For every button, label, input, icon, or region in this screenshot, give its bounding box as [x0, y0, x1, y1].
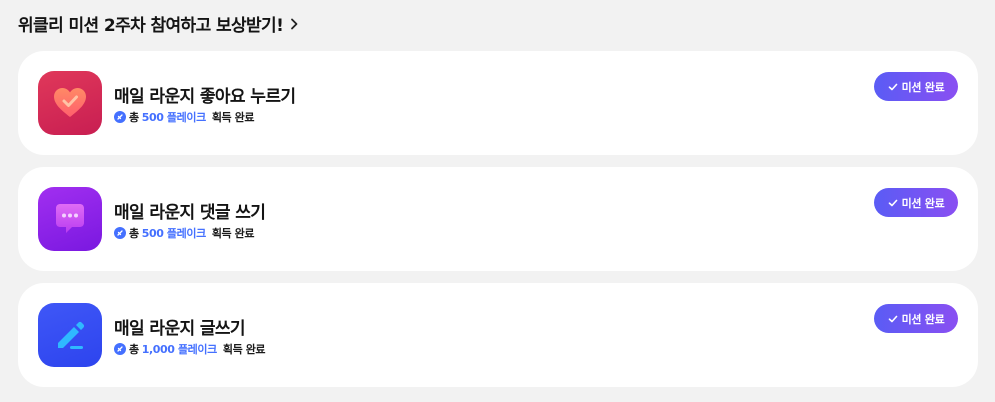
mission-complete-button[interactable]: 미션 완료 — [874, 188, 958, 217]
check-icon — [888, 198, 898, 208]
reward-suffix: 획득 완료 — [222, 343, 266, 356]
pencil-icon — [38, 303, 102, 367]
mission-card-comment: 매일 라운지 댓글 쓰기 총 500 플레이크 획득 완료 미션 완료 — [18, 167, 978, 271]
flake-coin-icon — [114, 227, 126, 239]
reward-amount: 500 플레이크 — [141, 111, 206, 124]
mission-card-like: 매일 라운지 좋아요 누르기 총 500 플레이크 획득 완료 미션 완료 — [18, 51, 978, 155]
heart-icon — [38, 71, 102, 135]
mission-title: 매일 라운지 좋아요 누르기 — [114, 87, 296, 107]
reward-suffix: 획득 완료 — [211, 111, 255, 124]
flake-coin-icon — [114, 111, 126, 123]
mission-complete-button[interactable]: 미션 완료 — [874, 304, 958, 333]
mission-complete-label: 미션 완료 — [901, 80, 945, 94]
reward-amount: 500 플레이크 — [141, 227, 206, 240]
reward-prefix: 총 — [129, 343, 139, 356]
check-icon — [888, 314, 898, 324]
mission-complete-label: 미션 완료 — [901, 196, 945, 210]
mission-title: 매일 라운지 글쓰기 — [114, 319, 246, 339]
mission-complete-label: 미션 완료 — [901, 312, 945, 326]
chevron-right-icon — [287, 16, 301, 30]
reward-prefix: 총 — [129, 111, 139, 124]
mission-card-write: 매일 라운지 글쓰기 총 1,000 플레이크 획득 완료 미션 완료 — [18, 283, 978, 387]
reward-prefix: 총 — [129, 227, 139, 240]
reward-info: 총 500 플레이크 획득 완료 — [114, 225, 255, 241]
chat-bubble-icon — [38, 187, 102, 251]
reward-suffix: 획득 완료 — [211, 227, 255, 240]
mission-complete-button[interactable]: 미션 완료 — [874, 72, 958, 101]
check-icon — [888, 82, 898, 92]
reward-amount: 1,000 플레이크 — [141, 343, 218, 356]
weekly-mission-header-link[interactable]: 위클리 미션 2주차 참여하고 보상받기! — [18, 10, 301, 36]
mission-title: 매일 라운지 댓글 쓰기 — [114, 203, 266, 223]
reward-info: 총 1,000 플레이크 획득 완료 — [114, 341, 266, 357]
reward-info: 총 500 플레이크 획득 완료 — [114, 109, 255, 125]
flake-coin-icon — [114, 343, 126, 355]
page-title: 위클리 미션 2주차 참여하고 보상받기! — [18, 15, 284, 36]
